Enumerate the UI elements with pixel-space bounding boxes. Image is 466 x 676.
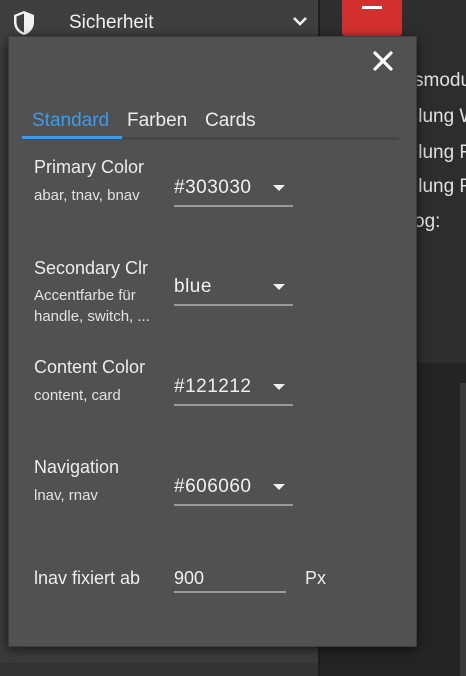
settings-dialog: Standard Farben Cards Primary Color abar… (8, 36, 417, 647)
dropdown-arrow-icon (273, 185, 285, 191)
remove-button[interactable] (342, 0, 402, 36)
tab-cards[interactable]: Cards (205, 110, 256, 132)
secondary-color-hint: Accentfarbe für handle, switch, ... (34, 287, 150, 325)
secondary-color-select[interactable]: blue (174, 272, 293, 306)
secondary-color-value: blue (174, 276, 212, 297)
primary-color-label: Primary Color (34, 157, 145, 177)
content-line-5: og: (414, 211, 441, 232)
chevron-down-icon[interactable] (291, 15, 309, 29)
secondary-color-label: Secondary Clr (34, 258, 149, 278)
px-unit-label: Px (305, 568, 327, 588)
tab-bar: Standard Farben Cards (22, 107, 399, 139)
content-line-2: llung W (414, 106, 466, 127)
navigation-color-hint: lnav, rnav (34, 487, 98, 504)
primary-color-select[interactable]: #303030 (174, 173, 293, 207)
content-line-4: llung F (414, 176, 466, 197)
content-color-label: Content Color (34, 357, 146, 377)
close-icon[interactable] (371, 49, 395, 73)
dropdown-arrow-icon (273, 484, 285, 490)
dropdown-arrow-icon (273, 384, 285, 390)
content-color-hint: content, card (34, 387, 121, 404)
shield-icon (14, 11, 34, 35)
tab-farben[interactable]: Farben (127, 110, 187, 132)
content-color-select[interactable]: #121212 (174, 372, 293, 406)
content-color-value: #121212 (174, 376, 252, 397)
sidebar-footer (0, 663, 318, 676)
content-line-3: llung F (414, 142, 466, 163)
card (460, 383, 466, 676)
lnav-fixed-input[interactable] (174, 565, 286, 593)
active-tab-indicator (22, 136, 122, 139)
tab-standard[interactable]: Standard (32, 110, 109, 132)
navigation-color-value: #606060 (174, 476, 252, 497)
dropdown-arrow-icon (273, 284, 285, 290)
primary-color-hint: abar, tnav, bnav (34, 187, 140, 204)
primary-color-value: #303030 (174, 177, 252, 198)
navigation-color-select[interactable]: #606060 (174, 472, 293, 506)
sidebar-item-label: Sicherheit (69, 12, 154, 33)
lnav-fixed-label: lnav fixiert ab (34, 568, 141, 588)
content-line-1: smodu (414, 70, 466, 91)
navigation-color-label: Navigation (34, 457, 120, 477)
